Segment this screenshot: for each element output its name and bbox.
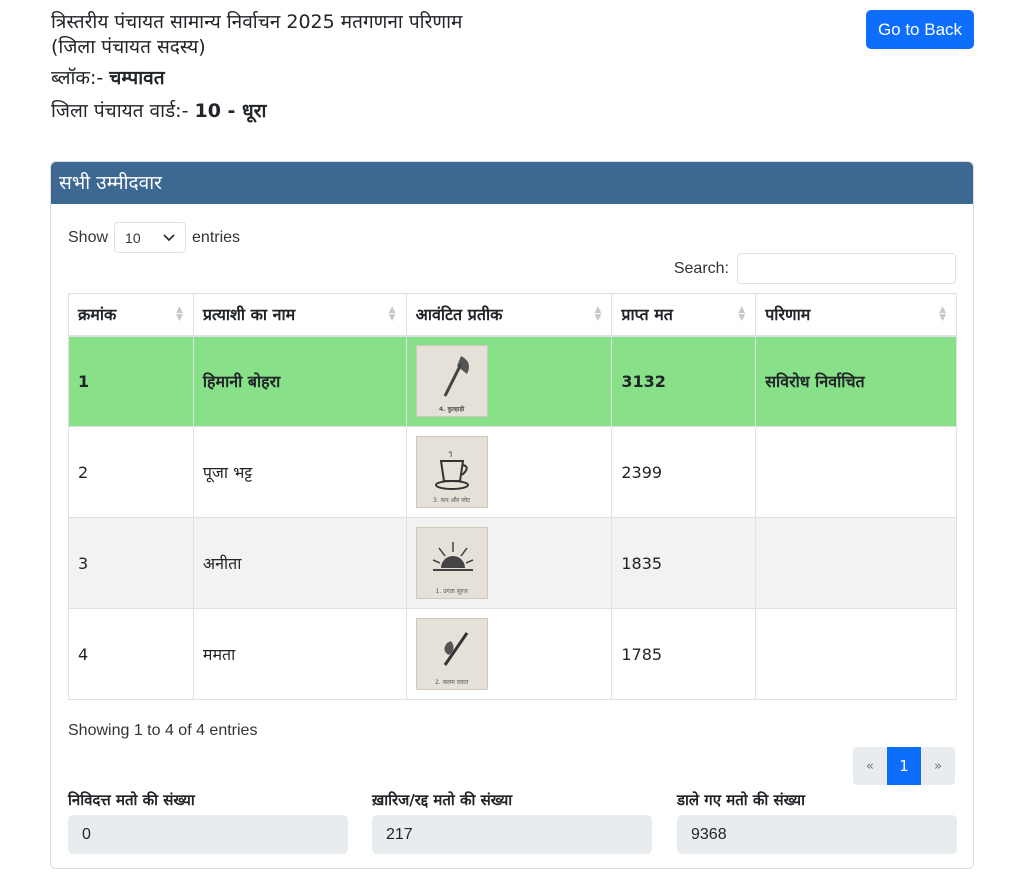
pen-nib-icon: 2. कलम दवात <box>415 618 488 690</box>
axe-icon: 4. कुल्हाड़ी <box>415 345 488 418</box>
rising-sun-icon: 1. उगता सूरज <box>415 527 488 599</box>
page-subtitle: (जिला पंचायत सदस्य) <box>51 36 206 58</box>
cell-name: पूजा भट्ट <box>192 426 407 518</box>
cell-symbol: 1. उगता सूरज <box>405 517 613 609</box>
column-label: परिणाम <box>765 305 811 325</box>
cell-name: अनीता <box>192 517 407 609</box>
ward-label: जिला पंचायत वार्ड:- <box>51 100 189 122</box>
stat-rejected-votes: ख़ारिज/रद्द मतो की संख्या 217 <box>372 790 652 854</box>
stat-value: 217 <box>372 815 652 854</box>
stat-label: निविदत्त मतो की संख्या <box>68 791 195 809</box>
table-row: 2 पूजा भट्ट 3. कप और प्लेट 2399 <box>68 426 957 518</box>
search-control: Search: <box>674 253 956 284</box>
go-back-button[interactable]: Go to Back <box>866 10 974 49</box>
page-header: त्रिस्तरीय पंचायत सामान्य निर्वाचन 2025 … <box>51 10 462 124</box>
entries-label: entries <box>192 228 241 246</box>
sort-icon: ▲ ▼ <box>738 305 746 323</box>
block-label: ब्लॉक:- <box>51 67 104 89</box>
column-header-name[interactable]: प्रत्याशी का नाम ▲ ▼ <box>192 293 407 337</box>
search-input[interactable] <box>737 253 956 284</box>
cell-sno: 3 <box>68 517 194 609</box>
cell-votes: 2399 <box>611 426 757 518</box>
cell-votes: 1785 <box>611 608 757 700</box>
column-header-sno[interactable]: क्रमांक ▲ ▼ <box>68 293 194 337</box>
stat-value: 0 <box>68 815 348 854</box>
pager-prev-button[interactable]: « <box>853 747 887 785</box>
cell-result <box>755 517 957 609</box>
cell-sno: 1 <box>68 335 194 427</box>
column-label: क्रमांक <box>78 305 117 325</box>
stat-label: डाले गए मतो की संख्या <box>677 791 806 809</box>
sort-icon: ▲ ▼ <box>594 305 602 323</box>
cell-name: हिमानी बोहरा <box>192 335 407 427</box>
sort-icon: ▲ ▼ <box>388 305 396 323</box>
cup-saucer-icon: 3. कप और प्लेट <box>415 436 488 508</box>
column-header-votes[interactable]: प्राप्त मत ▲ ▼ <box>611 293 757 337</box>
pager-next-button[interactable]: » <box>921 747 955 785</box>
table-header-row: क्रमांक ▲ ▼ प्रत्याशी का नाम ▲ ▼ आवंटित प्रत… <box>68 293 957 337</box>
cell-sno: 2 <box>68 426 194 518</box>
ward-value: 10 - धूरा <box>194 100 267 122</box>
cell-votes: 3132 <box>611 335 757 427</box>
column-label: प्रत्याशी का नाम <box>202 305 296 325</box>
block-value: चम्पावत <box>109 67 165 89</box>
cell-name: ममता <box>192 608 407 700</box>
column-header-result[interactable]: परिणाम ▲ ▼ <box>755 293 957 337</box>
column-label: प्राप्त मत <box>621 305 673 325</box>
cell-result <box>755 426 957 518</box>
candidates-card: सभी उम्मीदवार Show 10 entries Search: क्… <box>50 161 974 869</box>
entries-value: 10 <box>125 229 141 246</box>
table-row: 4 ममता 2. कलम दवात 1785 <box>68 608 957 700</box>
ward-info: जिला पंचायत वार्ड:- 10 - धूरा <box>51 99 462 124</box>
entries-length-control: Show 10 entries <box>68 222 240 253</box>
cell-symbol: 2. कलम दवात <box>405 608 613 700</box>
column-header-symbol[interactable]: आवंटित प्रतीक ▲ ▼ <box>405 293 613 337</box>
sort-icon: ▲ ▼ <box>175 305 183 323</box>
cell-votes: 1835 <box>611 517 757 609</box>
symbol-caption: 3. कप और प्लेट <box>433 497 471 504</box>
chevron-down-icon <box>163 233 175 241</box>
cell-result: सविरोध निर्वाचित <box>755 335 957 427</box>
cell-sno: 4 <box>68 608 194 700</box>
page-title: त्रिस्तरीय पंचायत सामान्य निर्वाचन 2025 … <box>51 11 463 33</box>
symbol-caption: 1. उगता सूरज <box>435 588 468 595</box>
show-label: Show <box>68 228 109 246</box>
symbol-caption: 4. कुल्हाड़ी <box>438 406 465 414</box>
table-info: Showing 1 to 4 of 4 entries <box>68 722 258 739</box>
block-info: ब्लॉक:- चम्पावत <box>51 66 462 91</box>
cell-result <box>755 608 957 700</box>
stat-tendered-votes: निविदत्त मतो की संख्या 0 <box>68 790 348 854</box>
cell-symbol: 4. कुल्हाड़ी <box>405 335 613 427</box>
sort-icon: ▲ ▼ <box>939 305 946 323</box>
stat-value: 9368 <box>677 815 957 854</box>
stat-label: ख़ारिज/रद्द मतो की संख्या <box>372 791 513 809</box>
pagination: « 1 » <box>853 747 955 785</box>
cell-symbol: 3. कप और प्लेट <box>405 426 613 518</box>
symbol-caption: 2. कलम दवात <box>434 679 469 686</box>
candidates-table: क्रमांक ▲ ▼ प्रत्याशी का नाम ▲ ▼ आवंटित प्रत… <box>68 293 957 700</box>
card-title: सभी उम्मीदवार <box>51 162 973 204</box>
entries-select[interactable]: 10 <box>114 222 187 253</box>
table-row: 1 हिमानी बोहरा 4. कुल्हाड़ी 3132 सविरोध … <box>68 335 957 427</box>
search-label: Search: <box>673 259 729 277</box>
pager-page-1[interactable]: 1 <box>887 747 921 785</box>
column-label: आवंटित प्रतीक <box>415 305 503 325</box>
table-row: 3 अनीता 1. उगता सूरज 1835 <box>68 517 957 609</box>
stat-cast-votes: डाले गए मतो की संख्या 9368 <box>677 790 957 854</box>
